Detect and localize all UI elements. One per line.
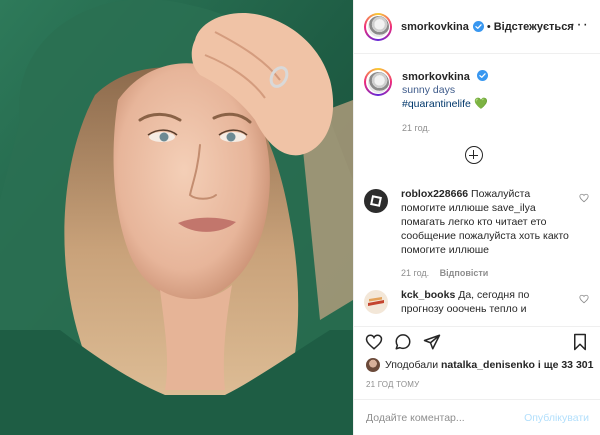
publish-comment-button[interactable]: Опублікувати (524, 412, 589, 424)
comment-like-heart-icon[interactable] (579, 193, 589, 203)
likes-summary: Уподобали natalka_denisenko і ще 33 301 (366, 358, 593, 372)
liker-username[interactable]: natalka_denisenko (441, 359, 535, 371)
commenter-avatar[interactable] (364, 189, 388, 213)
verified-badge-icon (476, 70, 488, 81)
comment-username[interactable]: roblox228666 (401, 188, 468, 200)
comment-item: kck_books Да, сегодня по прогнозу ооочен… (364, 288, 594, 316)
comment-username[interactable]: kck_books (401, 289, 455, 301)
action-bar (354, 326, 600, 354)
selfie-illustration (0, 0, 353, 435)
author-avatar[interactable] (364, 12, 392, 41)
green-heart-emoji: 💚 (473, 98, 488, 110)
more-options-icon[interactable]: ··· (570, 17, 589, 33)
heart-icon[interactable] (365, 333, 383, 351)
follow-status-button[interactable]: Відстежується (494, 21, 574, 33)
author-avatar-image (367, 16, 389, 37)
caption-username[interactable]: smorkovkina (402, 71, 470, 83)
verified-badge-icon (472, 21, 484, 32)
post-header: smorkovkina • Відстежується ··· (354, 0, 600, 54)
caption: smorkovkina sunny days #quarantinelife 💚… (364, 68, 594, 133)
comment-input[interactable] (366, 411, 525, 424)
comment-item: roblox228666 Пожалуйста помогите иллюше … (364, 187, 594, 280)
post-side-panel: smorkovkina • Відстежується ··· smorkovk… (353, 0, 600, 435)
instagram-post: smorkovkina • Відстежується ··· smorkovk… (0, 0, 600, 435)
header-separator: • (486, 20, 491, 33)
books-logo-icon (368, 297, 384, 306)
likes-count[interactable]: і ще 33 301 (538, 359, 594, 371)
commenter-avatar[interactable] (364, 290, 388, 314)
comment-timestamp: 21 год. (401, 268, 430, 278)
reply-button[interactable]: Відповісти (440, 268, 489, 278)
comments-list[interactable]: smorkovkina sunny days #quarantinelife 💚… (354, 55, 600, 325)
comment-icon[interactable] (394, 333, 412, 351)
caption-avatar[interactable] (364, 68, 392, 96)
likes-prefix: Уподобали (385, 359, 439, 371)
caption-timestamp: 21 год. (402, 123, 431, 133)
post-date: 21 ГОД ТОМУ (366, 380, 420, 389)
add-comment-bar: Опублікувати (354, 399, 600, 435)
send-icon[interactable] (423, 333, 441, 351)
liker-avatar[interactable] (366, 358, 380, 372)
author-username[interactable]: smorkovkina (401, 21, 469, 33)
post-photo[interactable] (0, 0, 353, 435)
caption-hashtag[interactable]: #quarantinelife (402, 98, 471, 110)
bookmark-icon[interactable] (571, 333, 589, 351)
comment-like-heart-icon[interactable] (579, 294, 589, 304)
load-more-comments-icon[interactable] (465, 146, 483, 164)
caption-text: sunny days (402, 84, 456, 96)
